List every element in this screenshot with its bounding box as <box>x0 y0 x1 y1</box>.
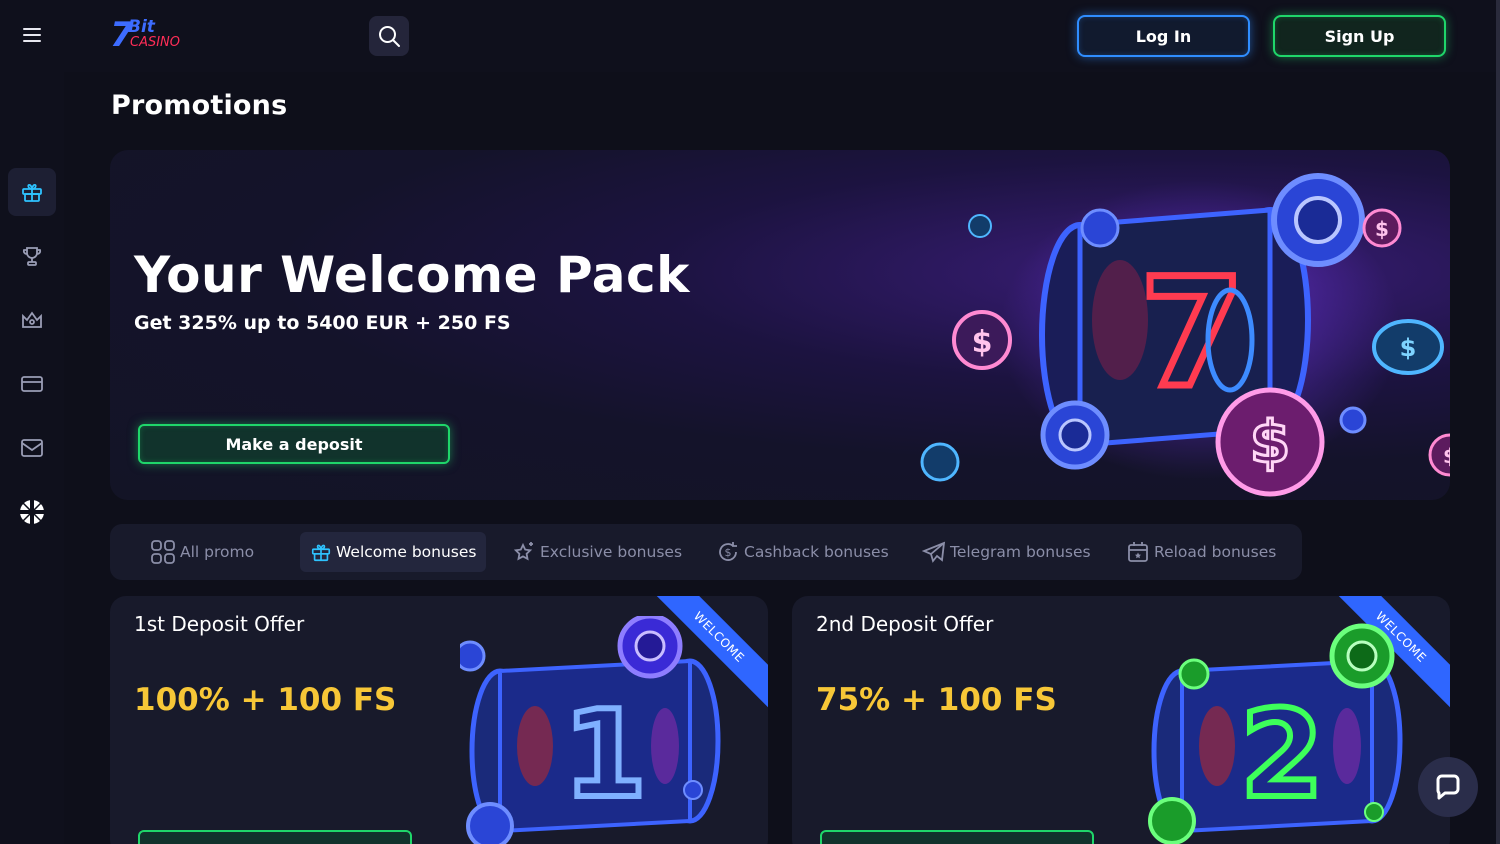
page-scrollbar[interactable] <box>1496 0 1500 844</box>
live-chat-button[interactable] <box>1418 757 1478 817</box>
top-bar: 7 Bit CASINO Log In Sign Up <box>0 0 1500 72</box>
slot-reel-2-illustration: 2 <box>1148 623 1403 844</box>
tab-exclusive-bonuses[interactable]: Exclusive bonuses <box>502 532 692 572</box>
card-cta-button[interactable] <box>820 830 1094 844</box>
card-cta-button[interactable] <box>138 830 412 844</box>
login-button[interactable]: Log In <box>1077 15 1250 57</box>
card-offer: 75% + 100 FS <box>816 682 1057 718</box>
tab-telegram-bonuses[interactable]: Telegram bonuses <box>912 532 1101 572</box>
svg-text:Bit: Bit <box>128 17 156 37</box>
svg-text:$: $ <box>1375 217 1389 241</box>
tab-label: Cashback bonuses <box>744 543 889 561</box>
uk-flag-icon <box>20 500 44 524</box>
tab-label: Reload bonuses <box>1154 543 1277 561</box>
star-icon <box>513 542 533 561</box>
trophy-icon <box>22 247 42 266</box>
tab-cashback-bonuses[interactable]: $ Cashback bonuses <box>706 532 899 572</box>
svg-text:CASINO: CASINO <box>130 35 180 50</box>
svg-text:1: 1 <box>563 686 647 825</box>
slot-machine-illustration: 7 $ $ $ $ $ <box>920 173 1450 497</box>
mail-icon <box>21 439 43 457</box>
sidebar-item-contact[interactable] <box>8 424 56 472</box>
signup-button[interactable]: Sign Up <box>1273 15 1446 57</box>
menu-icon[interactable] <box>18 24 46 48</box>
hero-title: Your Welcome Pack <box>134 246 690 304</box>
card-title: 2nd Deposit Offer <box>816 612 994 636</box>
tab-reload-bonuses[interactable]: Reload bonuses <box>1116 532 1286 572</box>
svg-text:2: 2 <box>1240 686 1324 825</box>
svg-text:$: $ <box>972 325 993 360</box>
tab-all-promo[interactable]: All promo <box>140 532 264 572</box>
logo[interactable]: 7 Bit CASINO <box>110 12 182 56</box>
svg-text:7: 7 <box>1140 247 1244 421</box>
gift-icon <box>22 183 42 202</box>
svg-text:$: $ <box>1250 408 1290 476</box>
tab-label: All promo <box>180 543 255 561</box>
grid-icon <box>151 540 175 564</box>
slot-reel-1-illustration: 1 <box>460 616 721 844</box>
promo-card-second-deposit[interactable]: 2nd Deposit Offer 75% + 100 FS WELCOME 2 <box>792 596 1450 844</box>
crown-icon <box>22 311 42 328</box>
promo-filter-tabs: All promo Welcome bonuses Exclusive bonu… <box>110 524 1302 580</box>
chat-icon <box>1436 774 1460 800</box>
card-icon <box>21 376 43 392</box>
sidebar-item-language[interactable] <box>8 488 56 536</box>
sidebar <box>0 72 64 844</box>
make-deposit-button[interactable]: Make a deposit <box>138 424 450 464</box>
tab-label: Welcome bonuses <box>336 543 477 561</box>
gift-icon <box>311 544 331 562</box>
svg-text:$: $ <box>1400 334 1417 362</box>
svg-text:$: $ <box>725 546 732 559</box>
card-title: 1st Deposit Offer <box>134 612 305 636</box>
sidebar-item-tournaments[interactable] <box>8 232 56 280</box>
tab-label: Exclusive bonuses <box>540 543 683 561</box>
sidebar-item-payments[interactable] <box>8 360 56 408</box>
search-icon <box>379 26 400 47</box>
sidebar-item-vip[interactable] <box>8 296 56 344</box>
search-button[interactable] <box>369 16 409 56</box>
tab-label: Telegram bonuses <box>950 543 1091 561</box>
hero-subtitle: Get 325% up to 5400 EUR + 250 FS <box>134 312 511 334</box>
welcome-pack-banner: Your Welcome Pack Get 325% up to 5400 EU… <box>110 150 1450 500</box>
calendar-icon <box>1128 542 1148 562</box>
promo-card-first-deposit[interactable]: 1st Deposit Offer 100% + 100 FS WELCOME … <box>110 596 768 844</box>
card-offer: 100% + 100 FS <box>134 682 397 718</box>
telegram-icon <box>922 541 946 563</box>
cashback-icon: $ <box>719 542 737 561</box>
sidebar-item-promotions[interactable] <box>8 168 56 216</box>
svg-text:$: $ <box>1443 444 1450 468</box>
tab-welcome-bonuses[interactable]: Welcome bonuses <box>300 532 487 572</box>
page-title: Promotions <box>111 90 288 121</box>
